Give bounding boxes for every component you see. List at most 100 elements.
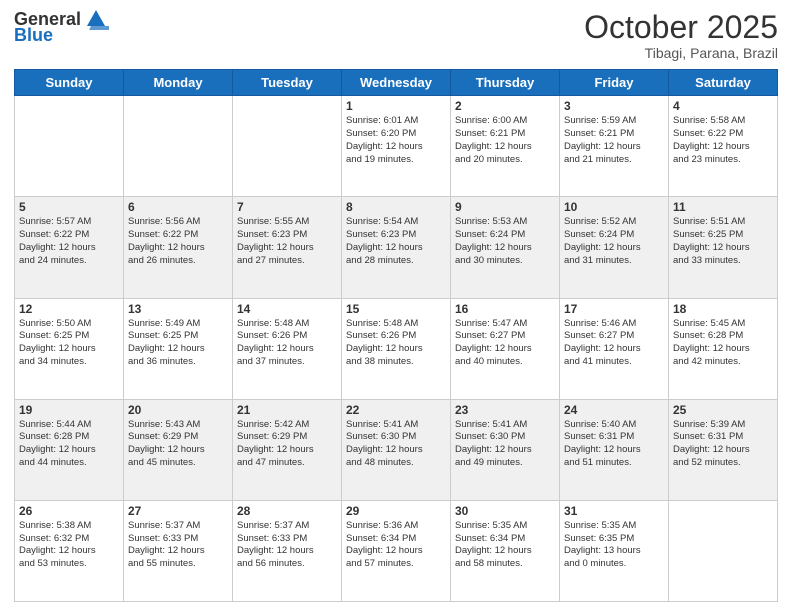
weekday-header-saturday: Saturday — [669, 70, 778, 96]
calendar-cell: 19 Sunrise: 5:44 AM Sunset: 6:28 PM Dayli… — [15, 399, 124, 500]
day-number: 20 — [128, 403, 228, 417]
day-info: Sunrise: 5:48 AM Sunset: 6:26 PM Dayligh… — [237, 318, 337, 369]
day-number: 27 — [128, 504, 228, 518]
day-number: 24 — [564, 403, 664, 417]
day-number: 22 — [346, 403, 446, 417]
day-info: Sunrise: 5:59 AM Sunset: 6:21 PM Dayligh… — [564, 115, 664, 166]
calendar-cell: 15Sunrise: 5:48 AM Sunset: 6:26 PM Dayli… — [342, 298, 451, 399]
day-info: Sunrise: 6:00 AM Sunset: 6:21 PM Dayligh… — [455, 115, 555, 166]
calendar-cell: 6Sunrise: 5:56 AM Sunset: 6:22 PM Daylig… — [124, 197, 233, 298]
calendar-cell — [124, 96, 233, 197]
day-number: 1 — [346, 99, 446, 113]
calendar-cell: 9 Sunrise: 5:53 AM Sunset: 6:24 PM Daylig… — [451, 197, 560, 298]
calendar-cell: 4 Sunrise: 5:58 AM Sunset: 6:22 PM Daylig… — [669, 96, 778, 197]
calendar-cell — [233, 96, 342, 197]
day-number: 19 — [19, 403, 119, 417]
day-number: 26 — [19, 504, 119, 518]
day-info: Sunrise: 5:35 AM Sunset: 6:34 PM Dayligh… — [455, 520, 555, 571]
day-info: Sunrise: 5:50 AM Sunset: 6:25 PM Dayligh… — [19, 318, 119, 369]
calendar-cell — [669, 500, 778, 601]
calendar-cell: 30 Sunrise: 5:35 AM Sunset: 6:34 PM Dayli… — [451, 500, 560, 601]
day-number: 3 — [564, 99, 664, 113]
day-number: 6 — [128, 200, 228, 214]
calendar-cell: 5 Sunrise: 5:57 AM Sunset: 6:22 PM Daylig… — [15, 197, 124, 298]
day-number: 9 — [455, 200, 555, 214]
weekday-header-sunday: Sunday — [15, 70, 124, 96]
calendar-cell: 21 Sunrise: 5:42 AM Sunset: 6:29 PM Dayli… — [233, 399, 342, 500]
calendar-cell: 28Sunrise: 5:37 AM Sunset: 6:33 PM Dayli… — [233, 500, 342, 601]
day-info: Sunrise: 5:42 AM Sunset: 6:29 PM Dayligh… — [237, 419, 337, 470]
day-info: Sunrise: 5:37 AM Sunset: 6:33 PM Dayligh… — [237, 520, 337, 571]
logo: General Blue — [14, 10, 109, 46]
title-area: October 2025 Tibagi, Parana, Brazil — [584, 10, 778, 61]
day-info: Sunrise: 5:54 AM Sunset: 6:23 PM Dayligh… — [346, 216, 446, 267]
day-number: 5 — [19, 200, 119, 214]
day-number: 31 — [564, 504, 664, 518]
day-info: Sunrise: 5:35 AM Sunset: 6:35 PM Dayligh… — [564, 520, 664, 571]
day-number: 30 — [455, 504, 555, 518]
day-info: Sunrise: 5:51 AM Sunset: 6:25 PM Dayligh… — [673, 216, 773, 267]
day-info: Sunrise: 5:41 AM Sunset: 6:30 PM Dayligh… — [455, 419, 555, 470]
day-number: 8 — [346, 200, 446, 214]
calendar-cell: 2 Sunrise: 6:00 AM Sunset: 6:21 PM Daylig… — [451, 96, 560, 197]
calendar-cell: 12Sunrise: 5:50 AM Sunset: 6:25 PM Dayli… — [15, 298, 124, 399]
day-number: 10 — [564, 200, 664, 214]
day-info: Sunrise: 5:58 AM Sunset: 6:22 PM Dayligh… — [673, 115, 773, 166]
day-info: Sunrise: 5:55 AM Sunset: 6:23 PM Dayligh… — [237, 216, 337, 267]
day-info: Sunrise: 5:37 AM Sunset: 6:33 PM Dayligh… — [128, 520, 228, 571]
day-info: Sunrise: 5:57 AM Sunset: 6:22 PM Dayligh… — [19, 216, 119, 267]
calendar-cell: 8 Sunrise: 5:54 AM Sunset: 6:23 PM Daylig… — [342, 197, 451, 298]
day-number: 4 — [673, 99, 773, 113]
day-info: Sunrise: 5:43 AM Sunset: 6:29 PM Dayligh… — [128, 419, 228, 470]
day-info: Sunrise: 5:36 AM Sunset: 6:34 PM Dayligh… — [346, 520, 446, 571]
calendar-week-2: 5 Sunrise: 5:57 AM Sunset: 6:22 PM Daylig… — [15, 197, 778, 298]
day-info: Sunrise: 5:46 AM Sunset: 6:27 PM Dayligh… — [564, 318, 664, 369]
calendar-cell: 25 Sunrise: 5:39 AM Sunset: 6:31 PM Dayli… — [669, 399, 778, 500]
calendar-cell: 20 Sunrise: 5:43 AM Sunset: 6:29 PM Dayli… — [124, 399, 233, 500]
day-info: Sunrise: 5:53 AM Sunset: 6:24 PM Dayligh… — [455, 216, 555, 267]
day-number: 13 — [128, 302, 228, 316]
day-info: Sunrise: 5:47 AM Sunset: 6:27 PM Dayligh… — [455, 318, 555, 369]
day-number: 16 — [455, 302, 555, 316]
day-info: Sunrise: 5:49 AM Sunset: 6:25 PM Dayligh… — [128, 318, 228, 369]
calendar-cell: 23 Sunrise: 5:41 AM Sunset: 6:30 PM Dayli… — [451, 399, 560, 500]
calendar-week-5: 26Sunrise: 5:38 AM Sunset: 6:32 PM Dayli… — [15, 500, 778, 601]
subtitle: Tibagi, Parana, Brazil — [584, 45, 778, 61]
page: General Blue October 2025 Tibagi, Parana… — [0, 0, 792, 612]
calendar-table: SundayMondayTuesdayWednesdayThursdayFrid… — [14, 69, 778, 602]
day-info: Sunrise: 5:39 AM Sunset: 6:31 PM Dayligh… — [673, 419, 773, 470]
calendar-cell — [15, 96, 124, 197]
calendar-week-4: 19 Sunrise: 5:44 AM Sunset: 6:28 PM Dayli… — [15, 399, 778, 500]
header: General Blue October 2025 Tibagi, Parana… — [14, 10, 778, 61]
day-number: 17 — [564, 302, 664, 316]
calendar-cell: 17 Sunrise: 5:46 AM Sunset: 6:27 PM Dayli… — [560, 298, 669, 399]
day-number: 2 — [455, 99, 555, 113]
day-info: Sunrise: 5:52 AM Sunset: 6:24 PM Dayligh… — [564, 216, 664, 267]
day-info: Sunrise: 5:44 AM Sunset: 6:28 PM Dayligh… — [19, 419, 119, 470]
day-number: 29 — [346, 504, 446, 518]
calendar-cell: 1Sunrise: 6:01 AM Sunset: 6:20 PM Daylig… — [342, 96, 451, 197]
weekday-header-wednesday: Wednesday — [342, 70, 451, 96]
calendar-cell: 26Sunrise: 5:38 AM Sunset: 6:32 PM Dayli… — [15, 500, 124, 601]
logo-blue: Blue — [14, 26, 53, 46]
calendar-week-1: 1Sunrise: 6:01 AM Sunset: 6:20 PM Daylig… — [15, 96, 778, 197]
weekday-header-row: SundayMondayTuesdayWednesdayThursdayFrid… — [15, 70, 778, 96]
calendar-cell: 10 Sunrise: 5:52 AM Sunset: 6:24 PM Dayli… — [560, 197, 669, 298]
weekday-header-friday: Friday — [560, 70, 669, 96]
month-title: October 2025 — [584, 10, 778, 45]
day-number: 23 — [455, 403, 555, 417]
calendar-week-3: 12Sunrise: 5:50 AM Sunset: 6:25 PM Dayli… — [15, 298, 778, 399]
day-number: 25 — [673, 403, 773, 417]
calendar-cell: 24Sunrise: 5:40 AM Sunset: 6:31 PM Dayli… — [560, 399, 669, 500]
day-number: 7 — [237, 200, 337, 214]
calendar-cell: 3 Sunrise: 5:59 AM Sunset: 6:21 PM Daylig… — [560, 96, 669, 197]
calendar-cell: 16 Sunrise: 5:47 AM Sunset: 6:27 PM Dayli… — [451, 298, 560, 399]
logo-icon — [83, 8, 109, 30]
calendar-cell: 22Sunrise: 5:41 AM Sunset: 6:30 PM Dayli… — [342, 399, 451, 500]
day-number: 21 — [237, 403, 337, 417]
calendar-cell: 31 Sunrise: 5:35 AM Sunset: 6:35 PM Dayli… — [560, 500, 669, 601]
calendar-cell: 27 Sunrise: 5:37 AM Sunset: 6:33 PM Dayli… — [124, 500, 233, 601]
weekday-header-tuesday: Tuesday — [233, 70, 342, 96]
day-number: 15 — [346, 302, 446, 316]
calendar-cell: 11Sunrise: 5:51 AM Sunset: 6:25 PM Dayli… — [669, 197, 778, 298]
